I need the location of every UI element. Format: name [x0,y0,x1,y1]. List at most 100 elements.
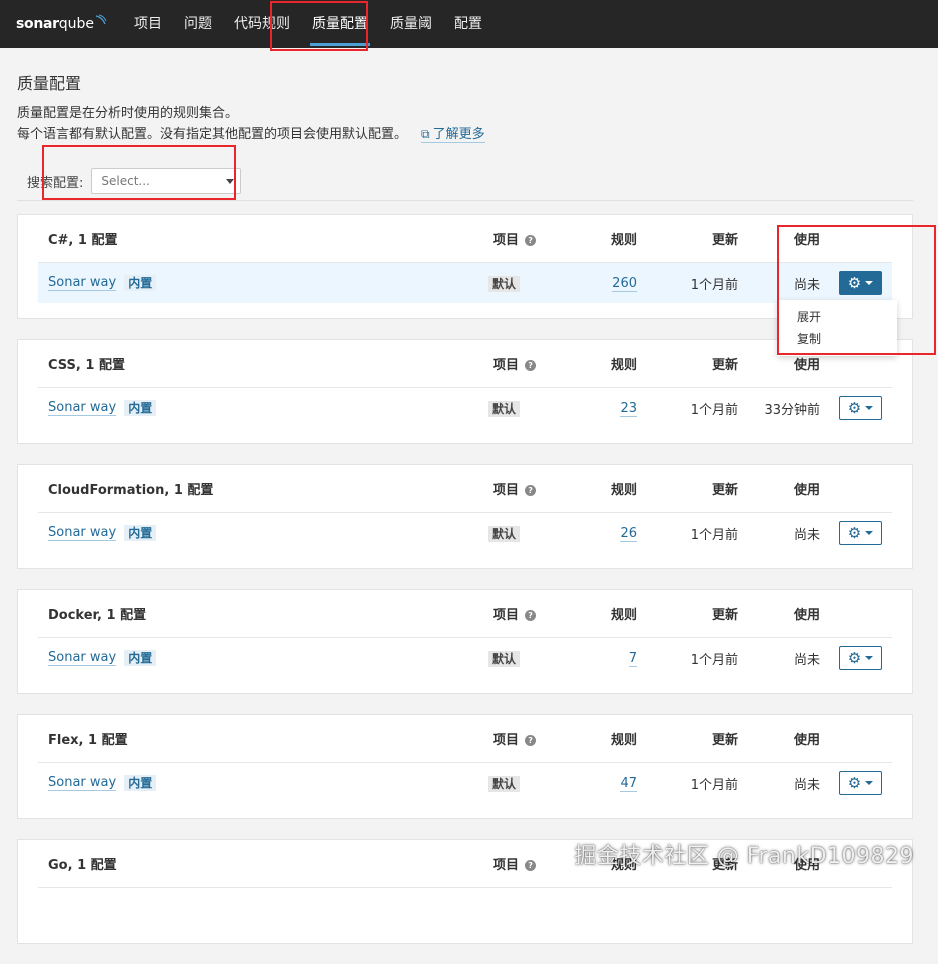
column-header-updated: 更新 [711,483,738,498]
sonarqube-logo[interactable]: sonar qube [16,14,107,32]
profile-actions-button[interactable]: ⚙ [839,396,882,420]
profile-row: Sonar way 内置 默认 260 1个月前 尚未 ⚙ [38,263,892,303]
builtin-badge: 内置 [124,525,157,541]
help-icon[interactable]: ? [525,485,537,496]
select-placeholder: Select... [101,174,150,188]
profile-actions-button[interactable]: ⚙ [839,271,882,295]
default-badge: 默认 [488,275,521,292]
card-language-title: Go, 1 配置 [48,858,117,873]
logo-wave-icon [95,14,107,25]
description-line-1: 质量配置是在分析时使用的规则集合。 [17,106,239,121]
rules-count-link[interactable]: 47 [620,775,637,792]
rules-count-link[interactable]: 23 [620,400,637,417]
rules-cell: 7 [566,650,641,667]
language-card-cloudformation: CloudFormation, 1 配置 项目? 规则 更新 使用 Sonar … [17,464,913,569]
card-header: C#, 1 配置 项目? 规则 更新 使用 [38,215,892,263]
card-header: CloudFormation, 1 配置 项目? 规则 更新 使用 [38,465,892,513]
column-header-rules: 规则 [610,483,637,498]
page-description: 质量配置是在分析时使用的规则集合。 每个语言都有默认配置。没有指定其他配置的项目… [17,104,921,145]
updated-cell: 1个月前 [690,777,738,793]
menu-item-copy[interactable]: 复制 [777,328,897,350]
profile-actions-button[interactable]: ⚙ [839,646,882,670]
default-badge: 默认 [488,775,521,792]
column-header-used: 使用 [793,483,820,498]
nav-projects[interactable]: 项目 [123,0,173,48]
nav-quality-gates[interactable]: 质量阈 [379,0,443,48]
rules-count-link[interactable]: 7 [628,650,637,667]
rules-cell: 47 [566,775,641,792]
card-header: CSS, 1 配置 项目? 规则 更新 使用 [38,340,892,388]
help-icon[interactable]: ? [525,860,537,871]
learn-more-link[interactable]: ⧉ 了解更多 [421,127,485,143]
column-header-used: 使用 [793,733,820,748]
default-badge: 默认 [488,525,521,542]
column-header-projects: 项目? [486,604,566,623]
column-header-updated: 更新 [711,358,738,373]
help-icon[interactable]: ? [525,610,537,621]
profile-link[interactable]: Sonar way [48,400,117,416]
profile-row: Sonar way 内置 默认 7 1个月前 尚未 ⚙ [38,638,892,678]
default-badge: 默认 [488,650,521,667]
gear-icon: ⚙ [847,273,862,292]
builtin-badge: 内置 [124,400,157,416]
column-header-updated: 更新 [711,233,738,248]
help-icon[interactable]: ? [525,235,537,246]
card-header: Flex, 1 配置 项目? 规则 更新 使用 [38,715,892,763]
nav-issues[interactable]: 问题 [173,0,223,48]
actions-cell: ⚙ [820,646,892,670]
column-projects-label: 项目 [493,233,520,248]
gear-icon: ⚙ [847,398,862,417]
help-icon[interactable]: ? [525,735,537,746]
column-projects-label: 项目 [493,608,520,623]
profile-search-select[interactable]: Select... [91,168,242,194]
profile-actions-button[interactable]: ⚙ [839,521,882,545]
profile-row: Sonar way 内置 默认 47 1个月前 尚未 ⚙ [38,763,892,803]
column-header-rules: 规则 [610,358,637,373]
help-icon[interactable]: ? [525,360,537,371]
builtin-badge: 内置 [124,275,157,291]
nav-administration[interactable]: 配置 [443,0,493,48]
description-line-2: 每个语言都有默认配置。没有指定其他配置的项目会使用默认配置。 ⧉ 了解更多 [17,124,921,145]
profile-link[interactable]: Sonar way [48,275,117,291]
caret-down-icon [865,406,874,410]
card-header: Docker, 1 配置 项目? 规则 更新 使用 [38,590,892,638]
language-card-flex: Flex, 1 配置 项目? 规则 更新 使用 Sonar way 内置 默认 … [17,714,913,819]
menu-item-expand[interactable]: 展开 [777,306,897,328]
rules-cell: 260 [566,275,641,292]
used-cell: 尚未 [793,652,820,668]
external-link-icon: ⧉ [421,127,430,141]
column-projects-label: 项目 [493,858,520,873]
column-projects-label: 项目 [493,483,520,498]
profile-name-cell: Sonar way 内置 [38,650,486,666]
card-language-title: CloudFormation, 1 配置 [48,483,214,498]
profile-link[interactable]: Sonar way [48,650,117,666]
profile-row: Sonar way 内置 默认 26 1个月前 尚未 ⚙ [38,513,892,553]
default-badge: 默认 [488,400,521,417]
updated-cell: 1个月前 [690,402,738,418]
rules-cell: 26 [566,525,641,542]
card-language-title: C#, 1 配置 [48,233,118,248]
card-language-title: CSS, 1 配置 [48,358,125,373]
caret-down-icon [865,781,874,785]
profile-actions-button[interactable]: ⚙ [839,771,882,795]
nav-quality-profiles[interactable]: 质量配置 [301,0,379,48]
logo-text-sonar: sonar [16,16,59,32]
column-header-projects: 项目? [486,479,566,498]
column-header-rules: 规则 [610,608,637,623]
gear-icon: ⚙ [847,523,862,542]
nav-rules[interactable]: 代码规则 [223,0,301,48]
rules-count-link[interactable]: 260 [612,275,637,292]
page-header: 质量配置 质量配置是在分析时使用的规则集合。 每个语言都有默认配置。没有指定其他… [0,48,938,200]
column-projects-label: 项目 [493,358,520,373]
column-header-projects: 项目? [486,729,566,748]
column-header-updated: 更新 [711,733,738,748]
column-projects-label: 项目 [493,733,520,748]
rules-count-link[interactable]: 26 [620,525,637,542]
updated-cell: 1个月前 [690,527,738,543]
rules-cell: 23 [566,400,641,417]
profile-link[interactable]: Sonar way [48,525,117,541]
profile-link[interactable]: Sonar way [48,775,117,791]
description-line-2-text: 每个语言都有默认配置。没有指定其他配置的项目会使用默认配置。 [17,127,408,142]
column-header-used: 使用 [793,358,820,373]
caret-down-icon [865,281,874,285]
